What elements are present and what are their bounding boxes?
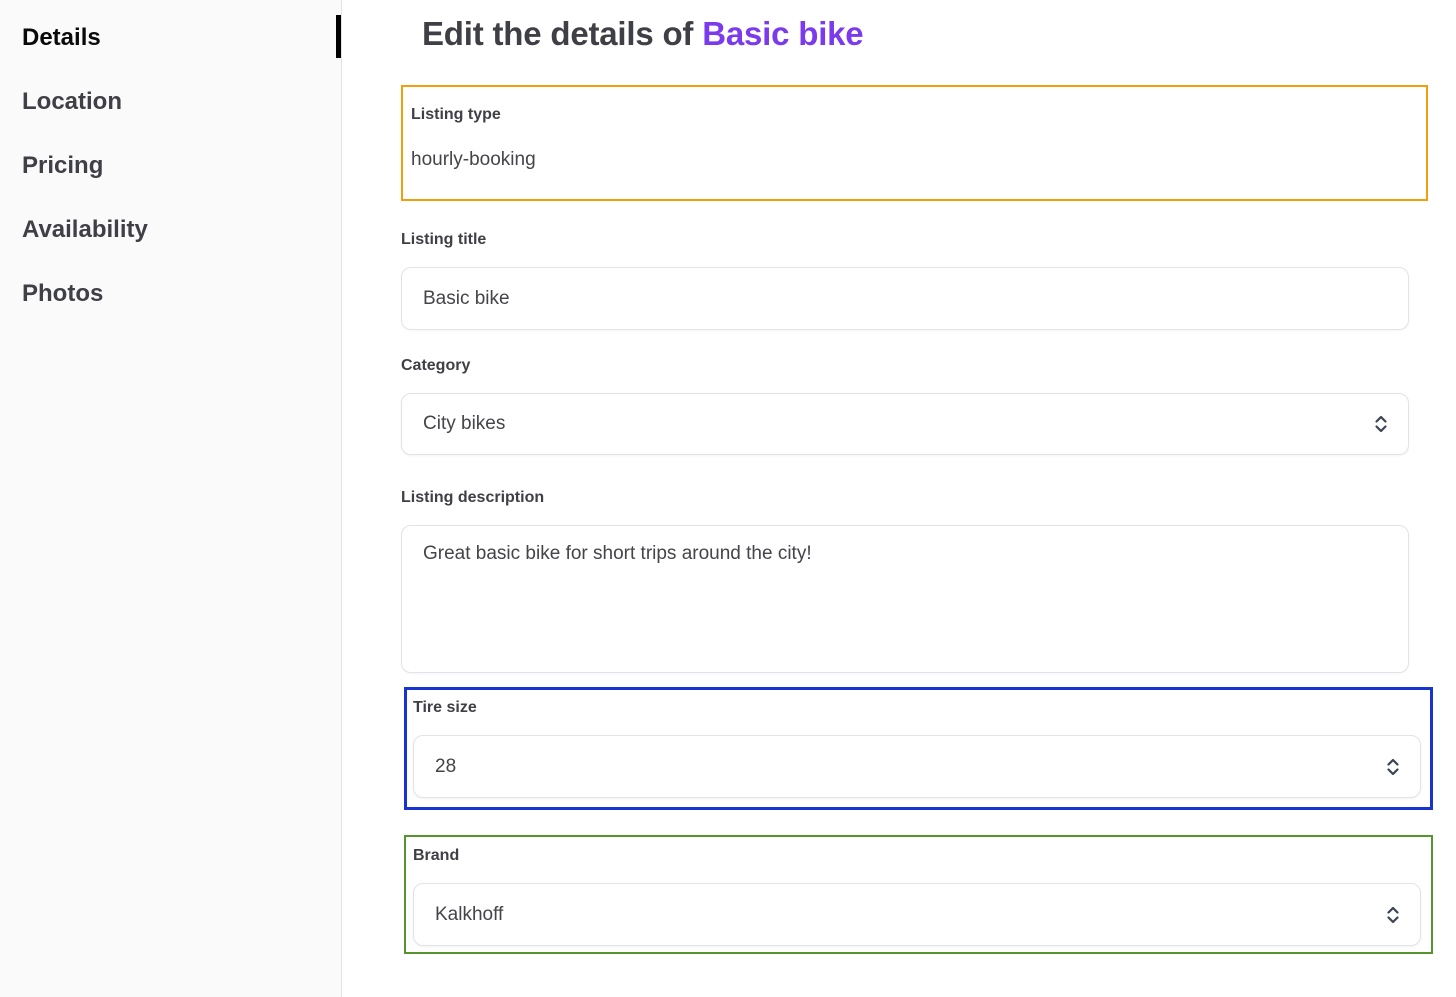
chevron-up-down-icon xyxy=(1385,903,1401,927)
category-selected-value: City bikes xyxy=(423,413,505,435)
listing-description-label: Listing description xyxy=(401,489,1428,506)
brand-label: Brand xyxy=(413,847,1421,864)
edit-form: Listing type hourly-booking Listing titl… xyxy=(401,85,1428,954)
category-select[interactable]: City bikes xyxy=(401,393,1409,455)
category-label: Category xyxy=(401,357,1428,374)
sidebar-item-availability[interactable]: Availability xyxy=(22,215,148,244)
page: Details Location Pricing Availability Ph… xyxy=(0,0,1456,997)
listing-title-input[interactable] xyxy=(401,267,1409,330)
brand-select[interactable]: Kalkhoff xyxy=(413,883,1421,946)
listing-type-value: hourly-booking xyxy=(411,149,1416,171)
brand-selected-value: Kalkhoff xyxy=(435,904,503,926)
tire-size-select[interactable]: 28 xyxy=(413,735,1421,798)
tire-size-selected-value: 28 xyxy=(435,756,456,778)
sidebar-item-pricing[interactable]: Pricing xyxy=(22,151,103,180)
sidebar-item-location[interactable]: Location xyxy=(22,87,122,116)
sidebar-item-details[interactable]: Details xyxy=(22,23,101,52)
chevron-up-down-icon xyxy=(1385,755,1401,779)
main-content: Edit the details of Basic bike Listing t… xyxy=(342,0,1456,997)
sidebar-item-photos[interactable]: Photos xyxy=(22,279,103,308)
tire-size-label: Tire size xyxy=(413,699,1421,716)
listing-type-label: Listing type xyxy=(411,106,1416,123)
tire-size-highlight-box: Tire size 28 xyxy=(404,687,1433,810)
listing-description-textarea[interactable]: Great basic bike for short trips around … xyxy=(401,525,1409,673)
chevron-up-down-icon xyxy=(1373,412,1389,436)
page-title: Edit the details of Basic bike xyxy=(422,14,1456,54)
brand-highlight-box: Brand Kalkhoff xyxy=(404,835,1433,954)
active-item-indicator xyxy=(336,15,341,58)
listing-title-label: Listing title xyxy=(401,231,1428,248)
page-title-prefix: Edit the details of xyxy=(422,15,702,52)
sidebar: Details Location Pricing Availability Ph… xyxy=(0,0,342,997)
listing-type-highlight-box: Listing type hourly-booking xyxy=(401,85,1428,201)
page-title-listing-name: Basic bike xyxy=(702,15,863,52)
